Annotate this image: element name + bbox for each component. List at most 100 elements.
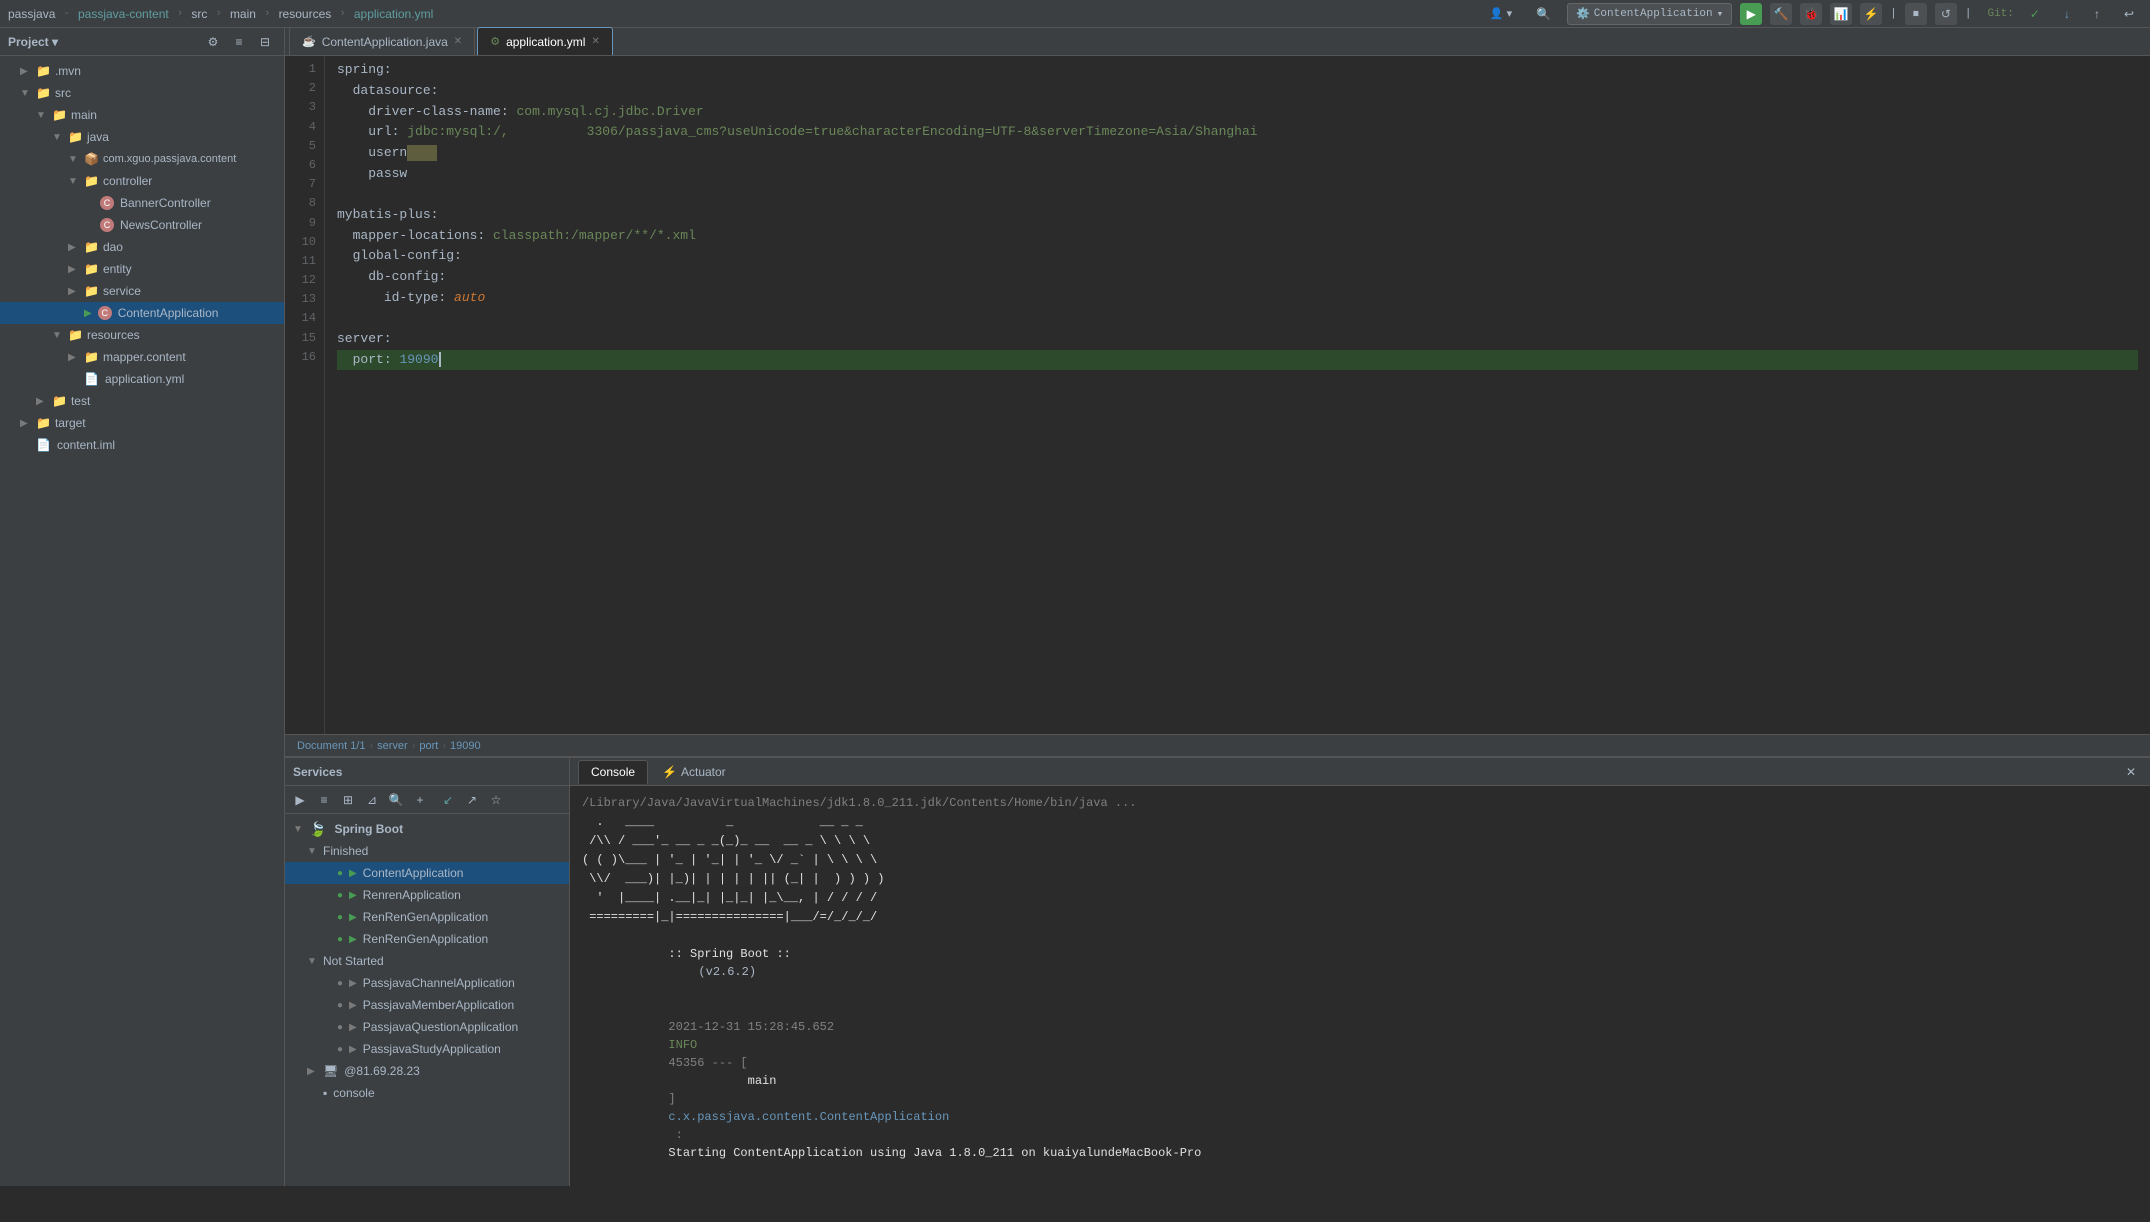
- git-up-btn[interactable]: ↑: [2086, 2, 2108, 26]
- svc-item-study-app[interactable]: ● ▶ PassjavaStudyApplication: [285, 1038, 569, 1060]
- tree-item-news-controller[interactable]: C NewsController: [0, 214, 284, 236]
- code-line-10: global-config:: [337, 246, 2138, 267]
- tree-item-content-app[interactable]: ▶ C ContentApplication: [0, 302, 284, 324]
- proj-filter-btn[interactable]: ≡: [228, 31, 250, 53]
- bc-sep-3: ›: [215, 8, 222, 20]
- tree-item-test[interactable]: ▶ 📁 test: [0, 390, 284, 412]
- tree-item-target[interactable]: ▶ 📁 target: [0, 412, 284, 434]
- svc-left-icon[interactable]: ↙: [437, 789, 459, 811]
- tab-content-app-close[interactable]: ✕: [454, 36, 462, 47]
- log-ts-1: 2021-12-31 15:28:45.652: [668, 1020, 841, 1034]
- svc-item-springboot[interactable]: ▼ 🍃 Spring Boot: [285, 818, 569, 840]
- svc-list-btn[interactable]: ≡: [313, 789, 335, 811]
- console-output[interactable]: /Library/Java/JavaVirtualMachines/jdk1.8…: [570, 786, 2150, 1186]
- svc-filter2-btn[interactable]: 🔍: [385, 789, 407, 811]
- code-line-11: db-config:: [337, 267, 2138, 288]
- bc-passjava[interactable]: passjava: [8, 7, 55, 21]
- svc-right-icon[interactable]: ↗: [461, 789, 483, 811]
- update-button[interactable]: ↺: [1935, 3, 1957, 25]
- stop-button[interactable]: ⏹: [1905, 3, 1927, 25]
- code-line-14: server:: [337, 329, 2138, 350]
- code-line-16: [337, 370, 2138, 390]
- build-button[interactable]: 🔨: [1770, 3, 1792, 25]
- services-title: Services: [293, 765, 342, 779]
- bc-s1: ›: [369, 740, 373, 752]
- code-line-5: usern: [337, 143, 2138, 164]
- debug-button[interactable]: 🐞: [1800, 3, 1822, 25]
- svc-split-btn[interactable]: ⊞: [337, 789, 359, 811]
- svc-star-icon[interactable]: ☆: [485, 789, 507, 811]
- tree-item-mvn[interactable]: ▶ 📁 .mvn: [0, 60, 284, 82]
- undo-btn[interactable]: ↩: [2116, 2, 2142, 26]
- bc-sep-4: ›: [264, 8, 271, 20]
- bc-resources[interactable]: resources: [279, 7, 332, 21]
- tree-item-banner-controller[interactable]: C BannerController: [0, 192, 284, 214]
- bc-main[interactable]: main: [230, 7, 256, 21]
- tree-item-package[interactable]: ▼ 📦 com.xguo.passjava.content: [0, 148, 284, 170]
- tab-yml-label: application.yml: [506, 35, 585, 49]
- tab-yml-close[interactable]: ✕: [591, 36, 599, 47]
- toolbar-sep2: |: [1965, 8, 1972, 20]
- tree-item-service[interactable]: ▶ 📁 service: [0, 280, 284, 302]
- code-line-15: port: 19090: [337, 350, 2138, 371]
- tree-item-java[interactable]: ▼ 📁 java: [0, 126, 284, 148]
- tree-item-mapper-content[interactable]: ▶ 📁 mapper.content: [0, 346, 284, 368]
- editor-tab-row: ☕ ContentApplication.java ✕ ⚙ applicatio…: [285, 28, 2150, 56]
- bc-src[interactable]: src: [191, 7, 207, 21]
- console-close-btn[interactable]: ✕: [2120, 761, 2142, 783]
- svc-item-renren-app[interactable]: ● ▶ RenrenApplication: [285, 884, 569, 906]
- code-line-4: url: jdbc:mysql:/, 3306/passjava_cms?use…: [337, 122, 2138, 143]
- tree-item-resources[interactable]: ▼ 📁 resources: [0, 324, 284, 346]
- tree-item-controller[interactable]: ▼ 📁 controller: [0, 170, 284, 192]
- svc-item-renrengen-app2[interactable]: ● ▶ RenRenGenApplication: [285, 928, 569, 950]
- editor-breadcrumb: Document 1/1 › server › port › 19090: [285, 734, 2150, 756]
- svc-item-console[interactable]: ▪ console: [285, 1082, 569, 1104]
- search-btn[interactable]: 🔍: [1528, 2, 1559, 26]
- svc-item-finished[interactable]: ▼ Finished: [285, 840, 569, 862]
- svc-item-member-app[interactable]: ● ▶ PassjavaMemberApplication: [285, 994, 569, 1016]
- run-button[interactable]: ▶: [1740, 3, 1762, 25]
- run-config-dropdown[interactable]: ⚙️ ContentApplication ▾: [1567, 3, 1732, 25]
- tab-console[interactable]: Console: [578, 760, 648, 784]
- proj-gear-btn[interactable]: ⚙: [202, 31, 224, 53]
- bc-yml[interactable]: application.yml: [354, 7, 433, 21]
- spring-banner-4: \\/ ___)| |_)| | | | | || (_| | ) ) ) ): [582, 870, 2138, 888]
- yml-tab-icon: ⚙: [490, 35, 500, 48]
- proj-collapse-btn[interactable]: ⊟: [254, 31, 276, 53]
- tree-item-content-iml[interactable]: 📄 content.iml: [0, 434, 284, 456]
- code-line-8: mybatis-plus:: [337, 205, 2138, 226]
- svc-filter-btn[interactable]: ⊿: [361, 789, 383, 811]
- java-tab-icon: ☕: [302, 35, 316, 48]
- line-numbers: 12345 678910 1112131415 16: [285, 56, 325, 734]
- java-path-line: /Library/Java/JavaVirtualMachines/jdk1.8…: [582, 794, 2138, 812]
- svc-item-question-app[interactable]: ● ▶ PassjavaQuestionApplication: [285, 1016, 569, 1038]
- code-editor[interactable]: spring: datasource: driver-class-name: c…: [325, 56, 2150, 734]
- tab-actuator[interactable]: ⚡ Actuator: [650, 760, 738, 784]
- tab-application-yml[interactable]: ⚙ application.yml ✕: [477, 27, 613, 55]
- svc-item-server[interactable]: ▶ 🖥 @81.69.28.23: [285, 1060, 569, 1082]
- git-arrow-btn[interactable]: ↓: [2056, 2, 2078, 26]
- tab-content-app[interactable]: ☕ ContentApplication.java ✕: [289, 27, 475, 55]
- tree-item-appyml[interactable]: 📄 application.yml: [0, 368, 284, 390]
- tree-item-entity[interactable]: ▶ 📁 entity: [0, 258, 284, 280]
- bc-passjava-content[interactable]: passjava-content: [78, 7, 169, 21]
- svc-item-channel-app[interactable]: ● ▶ PassjavaChannelApplication: [285, 972, 569, 994]
- account-btn[interactable]: 👤 ▾: [1482, 2, 1520, 26]
- coverage-button[interactable]: 📊: [1830, 3, 1852, 25]
- project-tree: ▶ 📁 .mvn ▼ 📁 src ▼ 📁 main ▼ 📁 ja: [0, 56, 284, 1186]
- tree-item-dao[interactable]: ▶ 📁 dao: [0, 236, 284, 258]
- svc-add-btn[interactable]: +: [409, 789, 431, 811]
- tree-item-main[interactable]: ▼ 📁 main: [0, 104, 284, 126]
- svc-item-renrengen-app1[interactable]: ● ▶ RenRenGenApplication: [285, 906, 569, 928]
- code-line-9: mapper-locations: classpath:/mapper/**/*…: [337, 226, 2138, 247]
- code-line-1: spring:: [337, 60, 2138, 81]
- svc-run-btn[interactable]: ▶: [289, 789, 311, 811]
- profile-button[interactable]: ⚡: [1860, 3, 1882, 25]
- tree-item-src[interactable]: ▼ 📁 src: [0, 82, 284, 104]
- log-logger-1: c.x.passjava.content.ContentApplication: [668, 1110, 963, 1124]
- svc-item-content-app[interactable]: ● ▶ ContentApplication: [285, 862, 569, 884]
- svc-item-not-started[interactable]: ▼ Not Started: [285, 950, 569, 972]
- console-tab-bar: Console ⚡ Actuator ✕: [570, 758, 2150, 786]
- bc-port: port: [419, 740, 438, 752]
- git-check-btn[interactable]: ✓: [2022, 2, 2048, 26]
